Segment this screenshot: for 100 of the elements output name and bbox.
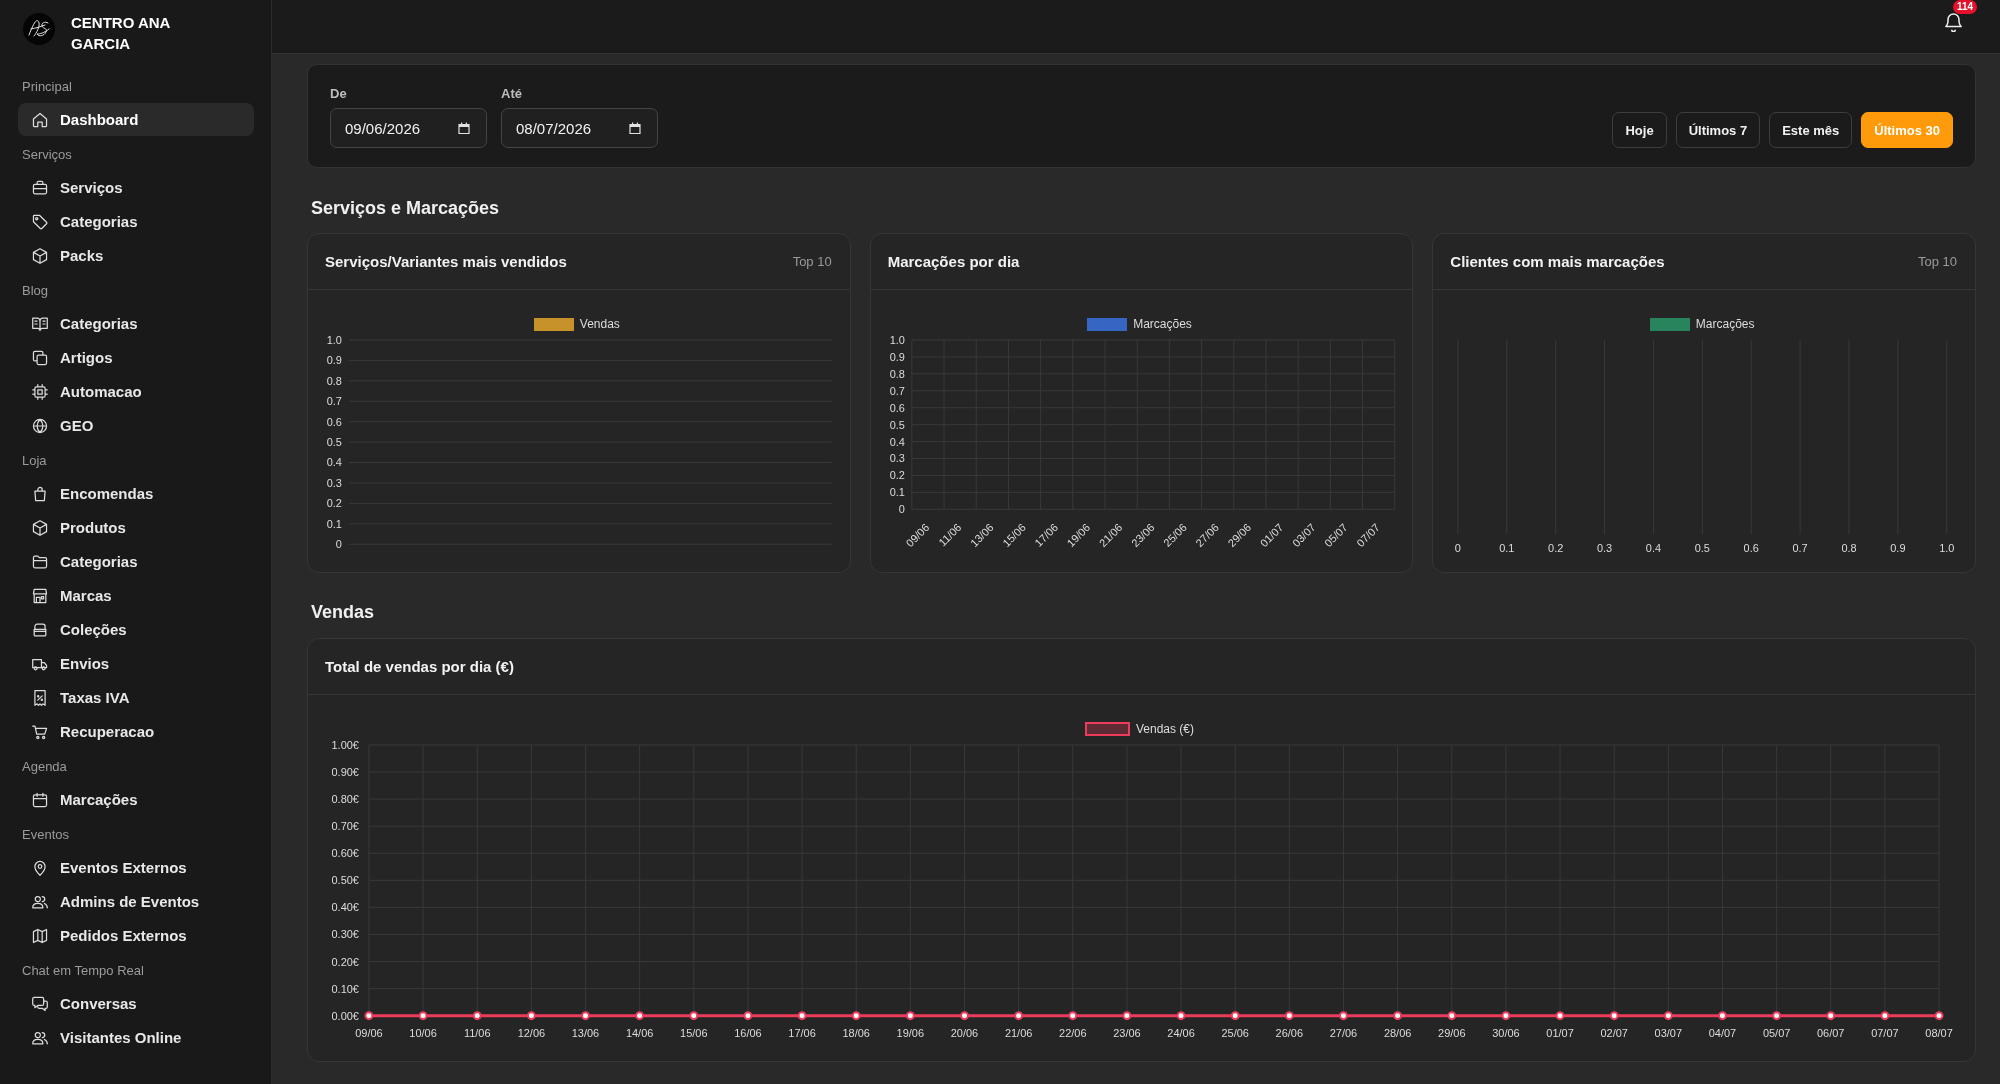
nav-item[interactable]: Conversas [18, 987, 254, 1020]
y-axis-label: 0.60€ [331, 847, 359, 860]
field-label: De [330, 86, 348, 102]
cube-icon [32, 519, 48, 536]
x-axis-label: 0 [1455, 542, 1462, 555]
nav-item[interactable]: Marcas [18, 579, 254, 612]
nav-item[interactable]: Dashboard [18, 103, 254, 136]
nav-item[interactable]: Marcações [18, 783, 254, 816]
map-pin-icon [32, 859, 48, 876]
nav-item[interactable]: Produtos [18, 511, 254, 544]
y-axis-label: 0.9 [889, 350, 905, 363]
date-field[interactable]: 09/06/2026 [330, 108, 487, 148]
y-axis-label: 0 [898, 503, 905, 516]
nav-item[interactable]: Categorias [18, 307, 254, 340]
x-axis-label: 08/07 [1925, 1026, 1953, 1039]
nav-item[interactable]: GEO [18, 409, 254, 442]
receipt-icon [32, 689, 48, 706]
notification-count: 114 [1953, 0, 1978, 14]
y-axis-label: 1.0 [889, 333, 905, 346]
y-axis-label: 0.8 [889, 367, 905, 380]
nav-item[interactable]: Eventos Externos [18, 851, 254, 884]
nav-item[interactable]: Packs [18, 239, 254, 272]
date-preset-button[interactable]: Últimos 7 [1675, 112, 1761, 148]
nav-item[interactable]: Categorias [18, 205, 254, 238]
x-axis-label: 0.1 [1499, 542, 1515, 555]
nav-item[interactable]: Artigos [18, 341, 254, 374]
nav-item[interactable]: Encomendas [18, 477, 254, 510]
brand-name: CENTRO ANA GARCIA [71, 13, 171, 54]
x-axis-label: 18/06 [842, 1026, 870, 1039]
nav-item[interactable]: Admins de Eventos [18, 885, 254, 918]
x-axis-label: 21/06 [1004, 1026, 1033, 1039]
x-axis-label: 13/06 [571, 1026, 600, 1039]
x-axis-label: 07/07 [1871, 1026, 1899, 1039]
x-axis-label: 03/07 [1654, 1026, 1683, 1039]
nav-item[interactable]: Coleções [18, 613, 254, 646]
nav-item[interactable]: Recuperacao [18, 715, 254, 748]
calendar-icon[interactable] [458, 122, 470, 134]
x-axis-label: 0.6 [1743, 542, 1760, 555]
x-axis-label: 05/07 [1762, 1026, 1791, 1039]
x-axis-label: 29/06 [1438, 1026, 1466, 1039]
date-field[interactable]: 08/07/2026 [501, 108, 658, 148]
y-axis-label: 0.80€ [331, 793, 359, 806]
x-axis-label: 0.5 [1695, 542, 1711, 555]
chat-bubbles-icon [32, 995, 48, 1012]
x-axis-label: 19/06 [896, 1026, 925, 1039]
calendar-icon[interactable] [629, 122, 641, 134]
y-axis-label: 0.6 [889, 401, 905, 414]
nav-section-title: Eventos [21, 826, 70, 844]
data-point [689, 1011, 699, 1021]
data-point [1609, 1011, 1619, 1021]
card-title: Serviços/Variantes mais vendidos [325, 253, 567, 270]
nav-item[interactable]: Automacao [18, 375, 254, 408]
x-axis-label: 25/06 [1221, 1026, 1249, 1039]
y-axis-label: 0.30€ [331, 928, 359, 941]
data-point [1339, 1011, 1348, 1021]
nav-item[interactable]: Categorias [18, 545, 254, 578]
x-axis-label: 10/06 [409, 1026, 437, 1039]
data-point [526, 1011, 536, 1021]
x-axis-label: 1.0 [1939, 542, 1955, 555]
y-axis-label: 0.40€ [331, 901, 359, 914]
x-axis-label: 01/07 [1546, 1026, 1574, 1039]
nav-item[interactable]: Pedidos Externos [18, 919, 254, 952]
data-point [1284, 1011, 1294, 1021]
x-axis-label: 20/06 [950, 1026, 979, 1039]
section-title: Serviços e Marcações [311, 197, 501, 220]
x-axis-label: 06/07 [1817, 1026, 1845, 1039]
y-axis-label: 0.2 [889, 469, 905, 482]
nav-item[interactable]: Visitantes Online [18, 1021, 254, 1054]
y-axis-label: 0.4 [326, 456, 342, 469]
nav-item[interactable]: Taxas IVA [18, 681, 254, 714]
date-preset-button[interactable]: Este mês [1769, 112, 1853, 148]
section-title: Vendas [311, 601, 376, 624]
x-axis-label: 0.4 [1646, 542, 1662, 555]
card-title: Clientes com mais marcações [1450, 253, 1665, 270]
cart-icon [32, 723, 48, 740]
x-axis-label: 23/06 [1113, 1026, 1141, 1039]
users-icon [32, 893, 48, 910]
y-axis-label: 0.7 [326, 395, 342, 408]
bell-icon[interactable] [1945, 13, 1962, 32]
store-icon [32, 587, 48, 604]
cube-icon [32, 247, 48, 264]
nav-item[interactable]: Serviços [18, 171, 254, 204]
data-point [851, 1011, 861, 1021]
folder-icon [32, 553, 48, 570]
data-point [1826, 1011, 1836, 1021]
data-point [364, 1011, 374, 1021]
legend-label: Marcações [1695, 317, 1755, 331]
y-axis-label: 0.4 [889, 435, 905, 448]
y-axis-label: 1.0 [326, 333, 342, 346]
y-axis-label: 1.00€ [331, 739, 359, 751]
x-axis-label: 14/06 [625, 1026, 654, 1039]
data-point [635, 1011, 645, 1021]
y-axis-label: 0.20€ [331, 955, 359, 968]
data-point [1880, 1011, 1890, 1021]
x-axis-label: 0.3 [1597, 542, 1613, 555]
x-axis-label: 15/06 [680, 1026, 708, 1039]
x-axis-label: 0.2 [1548, 542, 1564, 555]
nav-item[interactable]: Envios [18, 647, 254, 680]
data-point [960, 1011, 969, 1021]
date-preset-button[interactable]: Hoje [1612, 112, 1667, 148]
